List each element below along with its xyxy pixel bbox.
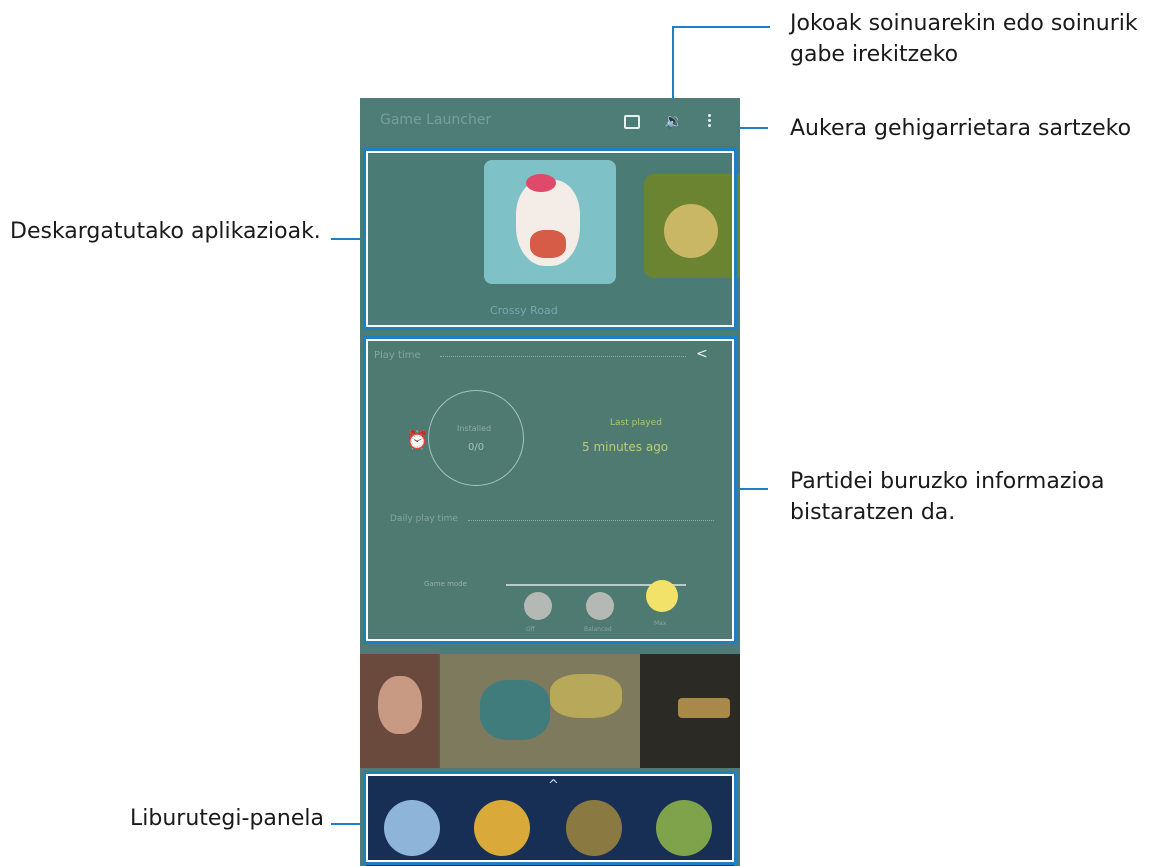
callout-library-panel: Liburutegi-panela [130,806,324,831]
volume-icon[interactable]: 🔉 [664,112,683,130]
app-bar: Game Launcher 🔉 [360,98,740,146]
banner-art [378,676,422,734]
leader-line-library [331,823,363,825]
game-banner-carousel[interactable] [360,654,740,768]
callout-sound-toggle: Jokoak soinuarekin edo soinurik gabe ire… [790,11,1138,67]
callout-more-options: Aukera gehigarrietara sartzeko [790,116,1132,141]
banner-art [550,674,622,718]
highlight-downloaded-apps [363,148,737,330]
leader-line-downloaded [331,238,363,240]
banner-image [440,654,640,768]
highlight-library-panel [363,771,737,865]
highlight-play-info [363,336,737,644]
leader-line-sound-h [672,26,770,28]
app-title: Game Launcher [380,112,492,128]
chat-icon[interactable] [624,115,640,129]
leader-line-play-info [736,488,768,490]
banner-image [640,654,740,768]
more-vert-icon[interactable] [708,112,711,129]
callout-play-info: Partidei buruzko informazioa bistaratzen… [790,469,1105,525]
banner-image [360,654,438,768]
banner-art [480,680,550,740]
banner-art [678,698,730,718]
callout-downloaded-apps: Deskargatutako aplikazioak. [10,219,321,244]
